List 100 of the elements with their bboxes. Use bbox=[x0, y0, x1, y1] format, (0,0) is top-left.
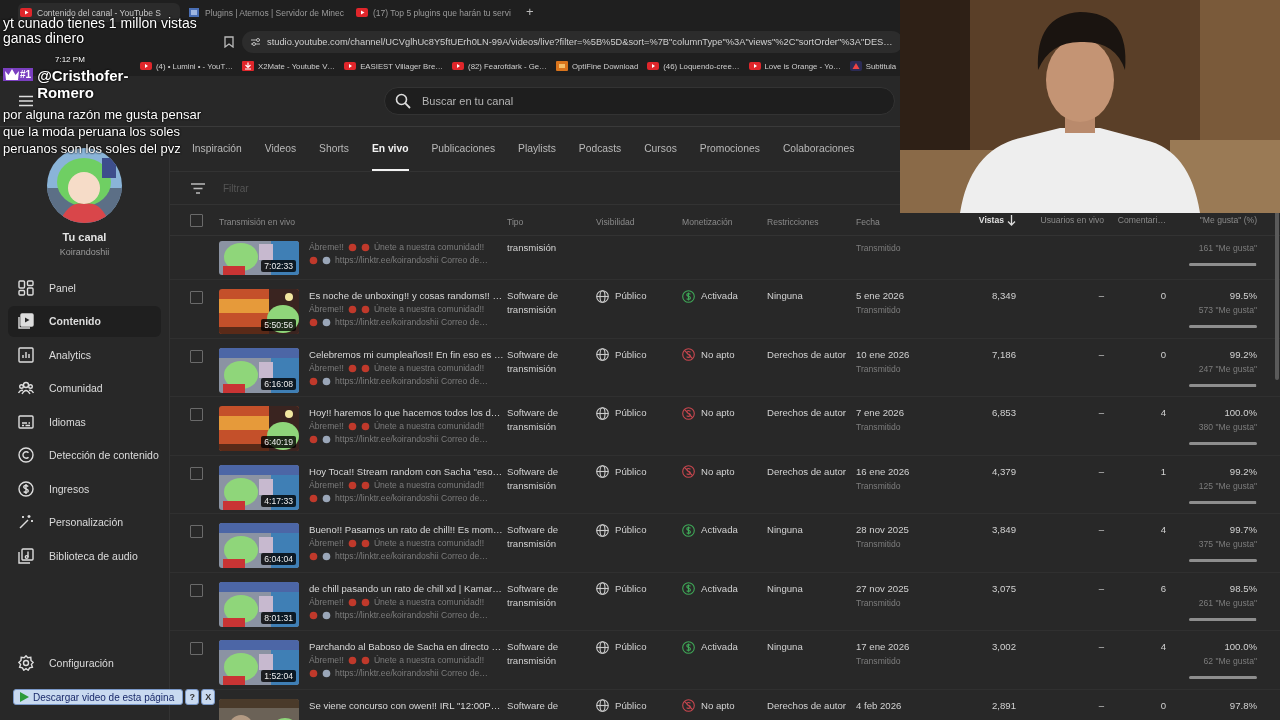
likes-count: 573 "Me gusta" bbox=[1198, 304, 1257, 317]
tab[interactable]: En vivo bbox=[371, 127, 409, 171]
channel-handle: Koirandoshii bbox=[58, 247, 111, 257]
tab[interactable]: Playlists bbox=[518, 127, 556, 171]
column-header[interactable]: Transmisión en vivo bbox=[219, 217, 296, 227]
column-header[interactable]: Usuarios en vivo bbox=[1040, 215, 1104, 225]
nav-item[interactable]: Detección de contenido bbox=[8, 439, 161, 471]
status-text: Transmitido bbox=[856, 655, 902, 668]
likes-percent: 100.0% bbox=[1224, 406, 1257, 420]
tab[interactable]: Colaboraciones bbox=[782, 127, 855, 171]
youtube-icon bbox=[356, 8, 368, 17]
likes-count: 380 "Me gusta" bbox=[1198, 421, 1257, 434]
date-text: 7 ene 2026 bbox=[856, 406, 905, 420]
chat-time: 7:12 PM bbox=[55, 55, 85, 64]
checkbox[interactable] bbox=[190, 349, 203, 363]
checkbox[interactable] bbox=[190, 525, 203, 538]
restrictions-text: Derechos de autor bbox=[767, 698, 847, 713]
video-title: Parchando al Baboso de Sacha en directo … bbox=[309, 640, 502, 654]
copyright-icon bbox=[18, 447, 34, 463]
new-tab-button[interactable]: + bbox=[522, 4, 538, 19]
tab[interactable]: Publicaciones bbox=[431, 127, 496, 171]
chat-badge: #1 bbox=[3, 68, 34, 81]
column-header[interactable]: Fecha bbox=[856, 217, 880, 227]
tab[interactable]: Inspiración bbox=[192, 127, 242, 171]
description-text: https://linktr.ee/koirandoshii Correo de… bbox=[335, 667, 488, 680]
type-text: Software de bbox=[507, 698, 560, 713]
close-button[interactable]: X bbox=[201, 689, 216, 705]
type-text: Software de transmisión bbox=[507, 289, 560, 317]
tab[interactable]: Shorts bbox=[319, 127, 349, 171]
checkbox[interactable] bbox=[190, 642, 203, 655]
nav-item[interactable]: Biblioteca de audio bbox=[8, 540, 161, 571]
monetization-text: No apto bbox=[701, 464, 735, 479]
comments-count: 0 bbox=[1160, 698, 1166, 713]
video-title: de chill pasando un rato de chill xd | Kamar… bbox=[309, 581, 503, 596]
help-button[interactable]: ? bbox=[185, 689, 200, 705]
grid-icon bbox=[188, 8, 200, 17]
globe-icon bbox=[596, 348, 609, 361]
address-bar[interactable]: studio.youtube.com/channel/UCVglhUc8Y5ftUErh0LN-99A/videos/live?filter=%5B%5D&sort=%7B"columnType"%3A"views"%2C"sortOrder"%3A"DES… bbox=[242, 31, 903, 53]
likes-bar bbox=[1189, 442, 1257, 445]
nav-item[interactable]: Analytics bbox=[8, 339, 161, 370]
visibility-text: Público bbox=[615, 698, 647, 713]
description-text: https://linktr.ee/koirandoshii Correo de… bbox=[335, 433, 488, 446]
tab[interactable]: Cursos bbox=[644, 127, 677, 171]
nav-item[interactable]: Contenido bbox=[8, 305, 161, 337]
globe-icon bbox=[596, 699, 609, 712]
monetization-text: Activada bbox=[701, 523, 738, 537]
duration-label: 5:50:56 bbox=[261, 319, 296, 331]
search-icon bbox=[395, 93, 411, 109]
likes-count: 375 "Me gusta" bbox=[1198, 538, 1257, 551]
likes-bar bbox=[1189, 676, 1257, 679]
column-header[interactable]: Visibilidad bbox=[596, 217, 635, 227]
visibility-text: Público bbox=[615, 406, 647, 420]
description-text: https://linktr.ee/koirandoshii Correo de… bbox=[335, 374, 488, 388]
restrictions-text: Derechos de autor bbox=[767, 406, 847, 420]
nav-item[interactable]: Personalización bbox=[8, 506, 161, 538]
column-header[interactable]: Comentari… bbox=[1117, 215, 1166, 225]
menu-icon[interactable] bbox=[19, 95, 33, 107]
likes-bar bbox=[1189, 263, 1257, 266]
tab[interactable]: Videos bbox=[264, 127, 297, 171]
likes-bar bbox=[1189, 617, 1257, 621]
browser-tab[interactable]: (17) Top 5 plugins que harán tu servi bbox=[354, 3, 516, 22]
column-header[interactable]: Vistas bbox=[978, 214, 1016, 226]
search-field[interactable]: Buscar en tu canal bbox=[384, 87, 895, 115]
likes-percent: 99.2% bbox=[1229, 347, 1257, 362]
visibility-text: Público bbox=[615, 640, 647, 654]
square-icon bbox=[555, 61, 568, 71]
chat-message-line: que la moda peruana los soles bbox=[3, 123, 181, 140]
download-video-button[interactable]: Descargar video de esta página bbox=[13, 689, 184, 705]
checkbox[interactable] bbox=[190, 408, 203, 421]
date-text: 16 ene 2026 bbox=[856, 464, 911, 479]
likes-percent: 99.7% bbox=[1229, 523, 1257, 537]
scrollbar[interactable] bbox=[1275, 210, 1279, 380]
filter-icon[interactable] bbox=[191, 182, 205, 194]
nav-item[interactable]: Idiomas bbox=[8, 406, 161, 437]
column-header[interactable]: Restricciones bbox=[767, 217, 819, 227]
live-users-count: – bbox=[1098, 347, 1104, 362]
nav-item[interactable]: Configuración bbox=[8, 647, 161, 679]
restrictions-text: Ninguna bbox=[767, 289, 804, 303]
tab[interactable]: Podcasts bbox=[578, 127, 622, 171]
description-text: Ábreme!! bbox=[309, 595, 344, 609]
visibility-text: Público bbox=[615, 523, 647, 537]
checkbox[interactable] bbox=[190, 291, 203, 304]
likes-count: 62 "Me gusta" bbox=[1203, 655, 1257, 668]
tab[interactable]: Promociones bbox=[699, 127, 760, 171]
nav-item[interactable]: Comunidad bbox=[8, 372, 161, 404]
column-header[interactable]: "Me gusta" (%) bbox=[1199, 215, 1257, 225]
crown-icon bbox=[5, 69, 19, 80]
type-text: Software de transmisión bbox=[507, 347, 560, 376]
checkbox[interactable] bbox=[190, 213, 203, 227]
nav-item[interactable]: Ingresos bbox=[8, 473, 161, 504]
monetization-text: Activada bbox=[701, 640, 738, 654]
checkbox[interactable] bbox=[190, 466, 203, 480]
bookmark-icon[interactable] bbox=[224, 36, 234, 48]
nav-item[interactable]: Panel bbox=[8, 272, 161, 303]
checkbox[interactable] bbox=[190, 583, 203, 597]
likes-percent: 100.0% bbox=[1224, 640, 1257, 654]
column-header[interactable]: Monetización bbox=[682, 217, 733, 227]
views-count: 8,349 bbox=[992, 289, 1016, 303]
likes-count: 261 "Me gusta" bbox=[1198, 596, 1257, 610]
column-header[interactable]: Tipo bbox=[507, 217, 524, 227]
